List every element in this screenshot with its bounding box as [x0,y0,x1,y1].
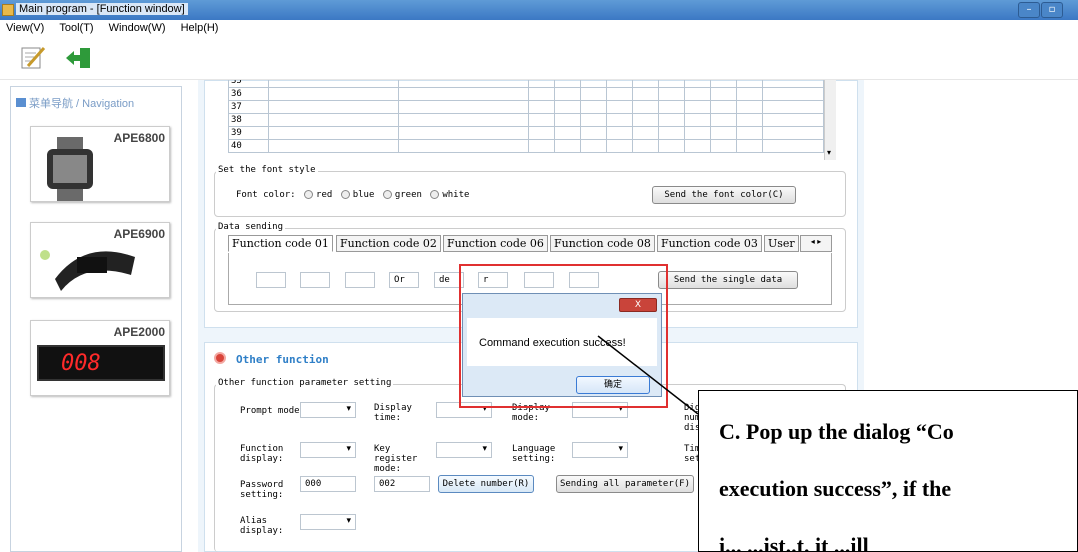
chevron-down-icon: ▾ [827,148,832,157]
radio-blue-label: blue [352,190,375,200]
radio-blue[interactable] [340,190,350,199]
callout-box: C. Pop up the dialog “Co execution succe… [698,390,1078,552]
radio-white[interactable] [430,190,440,199]
table-row: 35 [228,80,824,88]
send-single-data-button[interactable]: Send the single data [658,271,798,289]
other-function-title: Other function [236,353,329,366]
window-title: Main program - [Function window] [16,3,188,15]
key-register-mode-select[interactable] [436,442,492,458]
row-index: 39 [228,126,269,140]
alias-display-select[interactable] [300,514,356,530]
row-index: 40 [228,139,269,153]
font-color-label: Font color: [236,190,296,200]
alias-display-label: Alias display: [240,516,284,536]
other-function-bullet-icon [214,352,226,364]
data-field-3[interactable] [345,272,375,288]
tab-function-code-02[interactable]: Function code 02 [336,235,441,252]
tab-function-code-06[interactable]: Function code 06 [443,235,548,252]
led-display-value: 008 [61,351,101,376]
delete-number-button[interactable]: Delete number(R) [438,475,534,493]
device-card-ape6800[interactable]: APE6800 [30,126,170,202]
font-style-legend: Set the font style [216,165,318,175]
register-grid[interactable]: 35 36 37 38 39 40 [228,80,824,160]
row-index: 36 [228,87,269,101]
tab-user[interactable]: User [764,235,799,252]
row-index: 38 [228,113,269,127]
callout-line-1: C. Pop up the dialog “Co [719,419,954,444]
grid-scrollbar[interactable]: ▾ [824,80,836,160]
radio-green[interactable] [382,190,392,199]
table-row: 36 [228,87,824,101]
device-card-ape6900[interactable]: APE6900 [30,222,170,298]
menu-tool[interactable]: Tool(T) [53,20,99,36]
radio-white-label: white [442,190,470,200]
edit-icon[interactable] [20,44,46,70]
menu-bar: View(V) Tool(T) Window(W) Help(H) [0,20,1078,38]
function-display-select[interactable] [300,442,356,458]
device-card-ape2000[interactable]: APE2000 008 [30,320,170,396]
callout-line-3: i... ...ist..t. it ...ill [719,533,869,552]
password-setting-label: Password setting: [240,480,284,500]
send-all-parameter-button[interactable]: Sending all parameter(F) [556,475,694,493]
table-row: 38 [228,113,824,127]
data-field-4[interactable]: Or [389,272,419,288]
key-register-mode-label: Key register mode: [374,444,418,474]
minimize-button[interactable]: – [1018,2,1040,18]
send-font-color-button[interactable]: Send the font color(C) [652,186,796,204]
prompt-mode-select[interactable] [300,402,356,418]
led-display: 008 [37,345,165,381]
language-setting-label: Language setting: [512,444,556,464]
radio-red-label: red [316,190,333,200]
wristband-image [40,250,135,291]
row-index: 35 [228,80,269,88]
tab-function-code-03[interactable]: Function code 03 [657,235,762,252]
radio-green-label: green [394,190,422,200]
function-tabs: Function code 01 Function code 02 Functi… [228,235,844,253]
row-index: 37 [228,100,269,114]
callout-pointer [597,335,699,415]
radio-red[interactable] [304,190,314,199]
font-color-row: Font color: red blue green white [236,190,469,200]
watch-image [47,137,93,201]
callout-line-2: execution success”, if the [719,476,952,501]
tab-function-code-01[interactable]: Function code 01 [228,235,333,252]
exit-icon[interactable] [64,46,94,70]
navigation-title: 菜单导航 / Navigation [29,98,135,110]
device-name: APE6800 [113,131,165,145]
maximize-button[interactable]: ▫ [1041,2,1063,18]
data-field-1[interactable] [256,272,286,288]
data-sending-legend: Data sending [216,222,286,232]
menu-window[interactable]: Window(W) [103,20,172,36]
toolbar [0,38,1078,80]
table-row: 39 [228,126,824,140]
app-icon [2,4,14,16]
password-field[interactable]: 000 [300,476,356,492]
tab-scroll-arrows[interactable]: ◂ ▸ [800,235,832,252]
language-setting-select[interactable] [572,442,628,458]
display-time-label: Display time: [374,403,412,423]
device-name: APE2000 [113,325,165,339]
table-row: 40 [228,139,824,153]
prompt-mode-label: Prompt mode: [240,406,306,416]
table-row: 37 [228,100,824,114]
menu-grid-icon [16,98,26,107]
data-field-2[interactable] [300,272,330,288]
function-display-label: Function display: [240,444,284,464]
tab-function-code-08[interactable]: Function code 08 [550,235,655,252]
number-field[interactable]: 002 [374,476,430,492]
other-function-legend: Other function parameter setting [216,378,394,388]
menu-help[interactable]: Help(H) [175,20,225,36]
title-bar: Main program - [Function window] – ▫ [0,0,1078,20]
menu-view[interactable]: View(V) [0,20,50,36]
navigation-header: 菜单导航 / Navigation [16,95,134,111]
